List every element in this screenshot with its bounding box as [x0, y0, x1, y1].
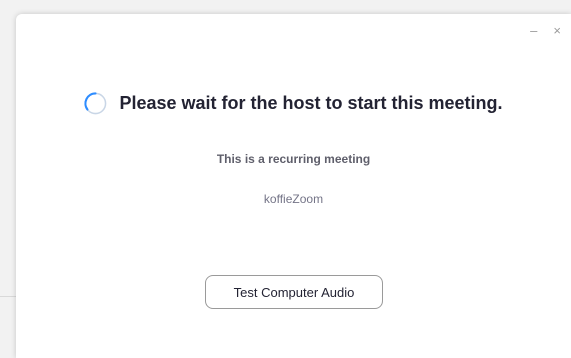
test-computer-audio-button[interactable]: Test Computer Audio [205, 275, 383, 309]
waiting-message-row: Please wait for the host to start this m… [16, 92, 571, 115]
loading-spinner-icon [84, 92, 107, 115]
window-controls: – × [530, 24, 561, 38]
recurring-meeting-label: This is a recurring meeting [216, 152, 371, 166]
wait-for-host-title: Please wait for the host to start this m… [119, 93, 503, 113]
meeting-name: koffieZoom [263, 192, 324, 206]
close-icon[interactable]: × [553, 24, 561, 38]
waiting-room-window: – × Please wait for the host to start th… [16, 14, 571, 358]
minimize-icon[interactable]: – [530, 24, 537, 38]
background-divider [0, 296, 16, 297]
